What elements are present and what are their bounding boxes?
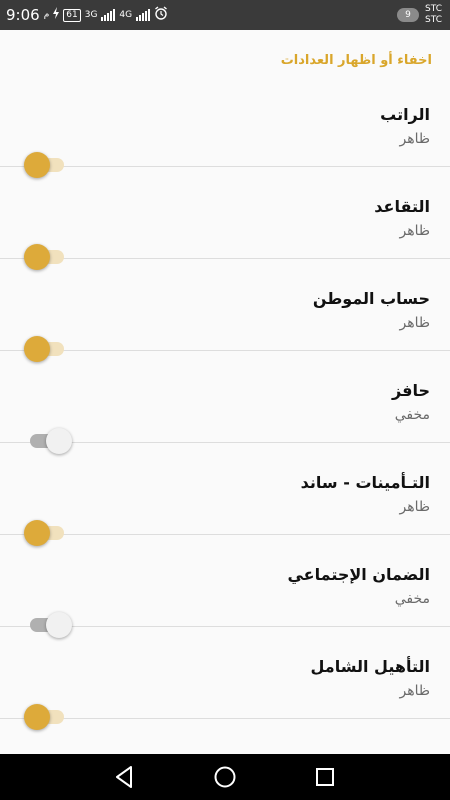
row-status: مخفي <box>394 591 430 607</box>
notification-count-badge: 9 <box>397 8 420 22</box>
navigation-bar <box>0 754 450 800</box>
row-title: الضمان الإجتماعي <box>287 565 430 584</box>
status-bar-left: 9:06 م 61 3G 4G <box>6 0 168 30</box>
row-status: ظاهر <box>399 315 430 331</box>
network-type-b: 4G <box>119 10 133 20</box>
row-status: مخفي <box>394 407 430 423</box>
row-title: التقاعد <box>374 197 430 216</box>
settings-screen: 9:06 م 61 3G 4G 9 STC STC اخفاء أو اظهار… <box>0 0 450 800</box>
list-item[interactable]: التـأمينات - ساند ظاهر <box>0 443 450 546</box>
row-title: الراتب <box>380 105 430 124</box>
list-item[interactable]: التقاعد ظاهر <box>0 167 450 270</box>
battery-level: 61 <box>63 8 81 22</box>
row-title: حساب الموطن <box>312 289 430 308</box>
row-status: ظاهر <box>399 131 430 147</box>
toggle-switch[interactable] <box>24 703 74 731</box>
recents-icon[interactable] <box>312 764 338 790</box>
alarm-icon <box>154 6 168 24</box>
list-item[interactable]: حافز مخفي <box>0 351 450 454</box>
list-item[interactable]: حساب الموطن ظاهر <box>0 259 450 362</box>
status-time: 9:06 <box>6 6 40 24</box>
carrier-2: STC <box>425 15 442 25</box>
row-status: ظاهر <box>399 683 430 699</box>
status-am-pm: م <box>43 10 50 20</box>
status-bar-right: 9 STC STC <box>397 0 442 30</box>
signal-icon <box>136 9 151 21</box>
carrier-names: STC STC <box>425 4 442 26</box>
row-status: ظاهر <box>399 499 430 515</box>
row-status: ظاهر <box>399 223 430 239</box>
charging-icon <box>53 7 60 23</box>
settings-content: اخفاء أو اظهار العدادات الراتب ظاهر التق… <box>0 30 450 754</box>
list-item[interactable]: التأهيل الشامل ظاهر <box>0 627 450 730</box>
signal-icon <box>101 9 116 21</box>
section-header: اخفاء أو اظهار العدادات <box>280 53 432 68</box>
list-item[interactable]: الضمان الإجتماعي مخفي <box>0 535 450 638</box>
carrier-1: STC <box>425 4 442 14</box>
row-title: التـأمينات - ساند <box>300 473 430 492</box>
status-bar: 9:06 م 61 3G 4G 9 STC STC <box>0 0 450 30</box>
back-icon[interactable] <box>112 764 138 790</box>
row-title: التأهيل الشامل <box>310 657 430 676</box>
row-title: حافز <box>392 381 430 400</box>
home-icon[interactable] <box>212 764 238 790</box>
network-type-a: 3G <box>84 10 98 20</box>
list-item[interactable]: الراتب ظاهر <box>0 75 450 178</box>
